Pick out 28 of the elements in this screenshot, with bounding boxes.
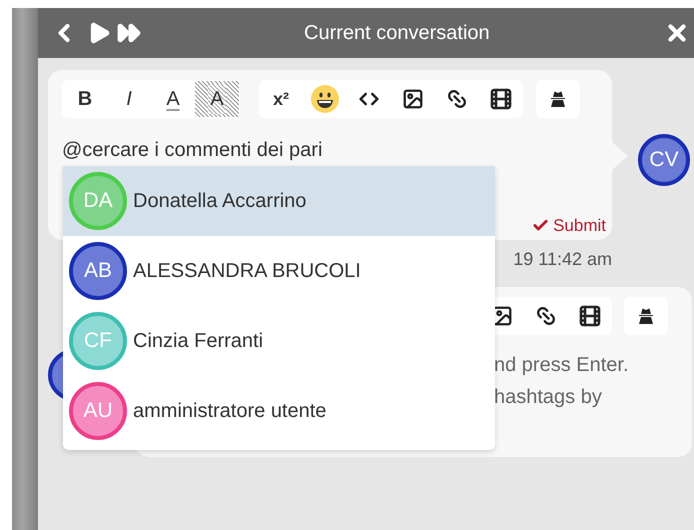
film-icon [578, 304, 602, 328]
mention-name: Donatella Accarrino [133, 189, 306, 214]
message-input[interactable]: @cercare i commenti dei pari [62, 135, 598, 165]
italic-button[interactable]: I [107, 81, 151, 117]
color-button[interactable]: A [151, 81, 195, 117]
avatar: CF [69, 312, 127, 370]
hint-text: nd press Enter. [494, 353, 630, 378]
film-icon [489, 87, 513, 111]
avatar: AU [69, 382, 127, 440]
mention-option[interactable]: CF Cinzia Ferranti [63, 306, 495, 376]
hint-text: hashtags by [494, 385, 603, 410]
mention-name: amministratore utente [133, 399, 326, 424]
timestamp: 19 11:42 am [513, 249, 612, 269]
mention-name: Cinzia Ferranti [133, 329, 264, 354]
highlight-button[interactable]: A [195, 81, 239, 117]
image-icon [402, 88, 424, 110]
bold-button[interactable]: B [63, 81, 107, 117]
avatar: CV [638, 134, 690, 186]
mention-name: ALESSANDRA BRUCOLI [133, 259, 361, 284]
mention-option[interactable]: AB ALESSANDRA BRUCOLI [63, 236, 495, 306]
mention-option[interactable]: AU amministratore utente [63, 376, 495, 446]
smiley-icon [311, 85, 339, 113]
window-title: Current conversation [304, 21, 490, 46]
superscript-button[interactable]: x² [259, 81, 303, 117]
avatar: DA [69, 172, 127, 230]
avatar: AB [69, 242, 127, 300]
mention-option[interactable]: DA Donatella Accarrino [63, 166, 495, 236]
submit-button[interactable]: Submit [532, 212, 606, 238]
